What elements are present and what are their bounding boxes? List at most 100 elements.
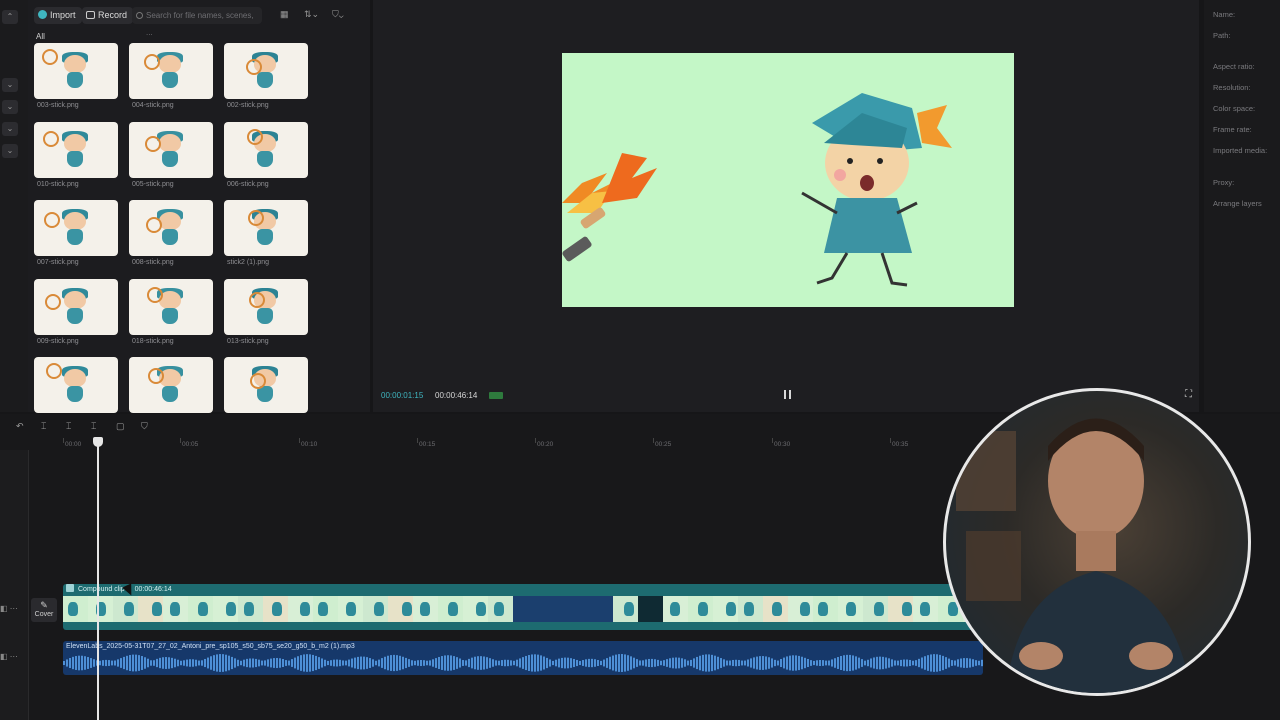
ruler-tick: [63, 438, 64, 443]
media-thumbnail[interactable]: [224, 122, 308, 178]
prop-illustration: [148, 368, 164, 384]
import-button[interactable]: Import: [34, 7, 82, 24]
media-thumbnail-label: 005-stick.png: [132, 181, 174, 188]
chevron-down-icon[interactable]: ⌄: [2, 122, 18, 136]
clip-frame: [313, 596, 338, 622]
clip-frame: [238, 596, 263, 622]
ruler-tick: [653, 438, 654, 443]
detail-label-proxy: Proxy:: [1213, 178, 1235, 187]
ruler-label: 00:20: [537, 441, 554, 448]
search-input[interactable]: Search for file names, scenes, ...: [132, 7, 262, 37]
prop-illustration: [249, 292, 265, 308]
media-thumbnail-label: 004-stick.png: [132, 102, 174, 109]
clip-frame: [288, 596, 313, 622]
prop-illustration: [147, 287, 163, 303]
preview-canvas[interactable]: [562, 53, 1014, 307]
clip-frame: [263, 596, 288, 622]
character-illustration: [62, 131, 88, 168]
media-thumbnail[interactable]: [34, 200, 118, 256]
media-thumbnail-label: 018-stick.png: [132, 338, 174, 345]
chevron-down-icon[interactable]: ⌄: [2, 100, 18, 114]
timeline-view-icon[interactable]: [489, 392, 503, 399]
track-header-column: ◧ ⋯ ◧ ⋯: [0, 450, 29, 720]
cover-button[interactable]: ✎ Cover: [31, 598, 57, 622]
media-thumbnail[interactable]: [34, 279, 118, 335]
presenter-video: [956, 418, 1191, 693]
split-icon[interactable]: ⌶: [41, 421, 46, 432]
ruler-label: 00:35: [892, 441, 909, 448]
media-thumbnail-label: stick2 (1).png: [227, 259, 270, 266]
chevron-down-icon[interactable]: ⌄: [2, 78, 18, 92]
prop-illustration: [42, 49, 58, 65]
prop-illustration: [43, 131, 59, 147]
marker-icon[interactable]: ⛉: [141, 421, 148, 432]
pause-button[interactable]: [784, 390, 792, 400]
clip-frame: [513, 596, 538, 622]
sort-icon[interactable]: ⇅⌄: [304, 9, 319, 20]
playhead[interactable]: [97, 437, 99, 720]
clip-frame: [88, 596, 113, 622]
clip-frame: [563, 596, 588, 622]
prop-illustration: [246, 59, 262, 75]
delete-icon[interactable]: ▢: [116, 421, 125, 432]
record-label: Record: [98, 10, 128, 20]
ruler-tick: [535, 438, 536, 443]
media-panel: Import Record Search for file names, sce…: [28, 0, 370, 413]
prop-illustration: [44, 212, 60, 228]
compound-clip-icon: [66, 584, 74, 592]
prop-illustration: [45, 294, 61, 310]
audio-clip-name: ElevenLabs_2025-05-31T07_27_02_Antoni_pr…: [66, 643, 355, 650]
split-right-icon[interactable]: ⌶: [91, 421, 96, 432]
clip-frame: [763, 596, 788, 622]
current-timecode: 00:00:01:15: [381, 391, 424, 400]
pencil-icon: ✎: [40, 600, 48, 610]
character-illustration: [801, 93, 952, 287]
clip-frame: [388, 596, 413, 622]
collapse-icon[interactable]: ⌃: [2, 10, 18, 24]
search-icon: [136, 12, 143, 19]
clip-frame: [888, 596, 913, 622]
clip-frame: [638, 596, 663, 622]
grid-view-icon[interactable]: ▦: [280, 9, 289, 20]
ruler-label: 00:05: [182, 441, 199, 448]
ruler-label: 00:00: [65, 441, 82, 448]
chevron-down-icon[interactable]: ⌄: [2, 144, 18, 158]
media-thumbnail-label: 002-stick.png: [227, 102, 269, 109]
clip-frame: [163, 596, 188, 622]
record-button[interactable]: Record: [82, 7, 134, 24]
clip-frame: [538, 596, 563, 622]
media-thumbnail[interactable]: [129, 43, 213, 99]
media-thumbnail[interactable]: [34, 43, 118, 99]
media-thumbnail[interactable]: [129, 357, 213, 413]
split-left-icon[interactable]: ⌶: [66, 421, 71, 432]
clip-frame: [913, 596, 938, 622]
detail-label-path: Path:: [1213, 31, 1231, 40]
media-thumbnail[interactable]: [224, 279, 308, 335]
clip-frame: [188, 596, 213, 622]
media-thumbnail[interactable]: [224, 43, 308, 99]
total-timecode: 00:00:46:14: [435, 391, 478, 400]
media-thumbnail[interactable]: [34, 357, 118, 413]
prop-illustration: [250, 373, 266, 389]
ruler-tick: [180, 438, 181, 443]
character-illustration: [62, 366, 88, 403]
media-thumbnail-label: 006-stick.png: [227, 181, 269, 188]
audio-track-icon: ◧ ⋯: [0, 652, 18, 661]
undo-icon[interactable]: ↶: [16, 421, 24, 432]
fullscreen-icon[interactable]: ⛶: [1185, 389, 1192, 400]
plus-icon: [38, 10, 47, 19]
media-thumbnail[interactable]: [224, 357, 308, 413]
clip-frame: [613, 596, 638, 622]
media-thumbnail[interactable]: [224, 200, 308, 256]
media-thumbnail[interactable]: [34, 122, 118, 178]
preview-panel: 00:00:01:15 00:00:46:14 ⛶: [373, 0, 1199, 412]
filter-icon[interactable]: ⛉⌄: [332, 9, 344, 20]
media-thumbnail[interactable]: [129, 200, 213, 256]
audio-clip[interactable]: ElevenLabs_2025-05-31T07_27_02_Antoni_pr…: [63, 641, 983, 675]
playhead-handle[interactable]: [93, 437, 103, 447]
media-thumbnail[interactable]: [129, 122, 213, 178]
clip-frame: [213, 596, 238, 622]
clip-frame: [488, 596, 513, 622]
clip-frame: [138, 596, 163, 622]
media-thumbnail[interactable]: [129, 279, 213, 335]
